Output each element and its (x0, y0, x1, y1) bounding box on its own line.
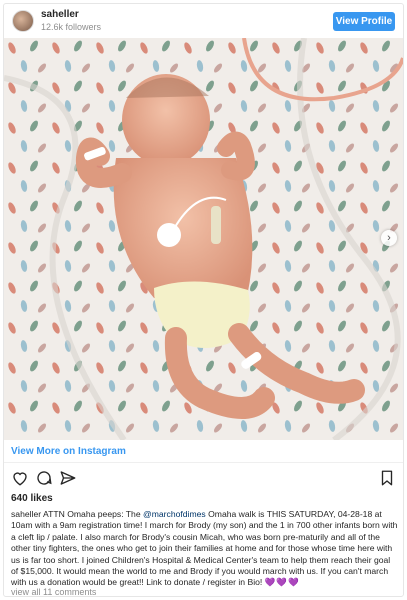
caption-username[interactable]: saheller (11, 509, 41, 519)
post-header: saheller 12.6k followers View Profile (4, 4, 403, 37)
comment-icon[interactable] (35, 469, 53, 487)
view-more-link[interactable]: View More on Instagram (11, 446, 126, 457)
view-all-comments-link[interactable]: view all 11 comments (11, 587, 96, 596)
share-icon[interactable] (59, 469, 77, 487)
follower-count: 12.6k followers (41, 22, 102, 32)
view-profile-button[interactable]: View Profile (333, 12, 395, 31)
caption-text-before: ATTN Omaha peeps: The (41, 509, 144, 519)
action-bar (4, 467, 403, 491)
instagram-embed-card: saheller 12.6k followers View Profile › … (3, 3, 404, 597)
caption-text-after: Omaha walk is THIS SATURDAY, 04-28-18 at… (11, 509, 398, 588)
purple-heart-emoji: 💜💜💜 (264, 577, 300, 588)
caption-mention-link[interactable]: @marchofdimes (143, 509, 206, 519)
like-count[interactable]: 640 likes (11, 493, 53, 504)
post-photo[interactable]: › (4, 38, 403, 440)
newborn-photo (4, 38, 403, 440)
username[interactable]: saheller (41, 9, 79, 20)
heart-icon[interactable] (11, 469, 29, 487)
divider (4, 462, 403, 463)
bookmark-icon[interactable] (378, 469, 396, 487)
avatar[interactable] (12, 10, 34, 32)
chevron-right-icon[interactable]: › (381, 230, 397, 246)
post-caption: saheller ATTN Omaha peeps: The @marchofd… (11, 509, 399, 589)
